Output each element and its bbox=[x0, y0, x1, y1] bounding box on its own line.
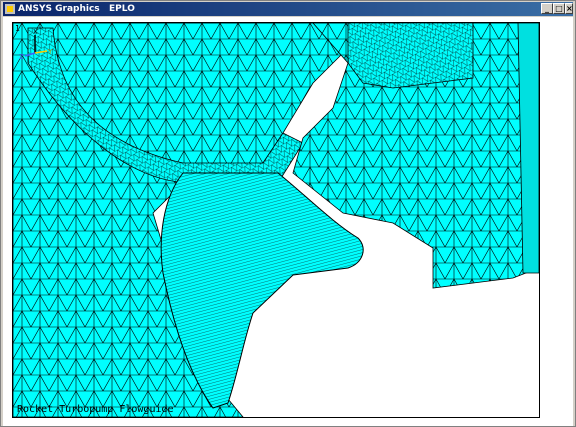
maximize-button[interactable]: □ bbox=[553, 3, 565, 14]
minimize-icon: _ bbox=[545, 4, 549, 13]
plot-caption: Rocket Turbopump Flowguide bbox=[17, 404, 174, 415]
triad-x-label: X bbox=[33, 28, 38, 36]
triad-y-label: Y bbox=[47, 48, 53, 56]
close-button[interactable]: × bbox=[565, 3, 573, 14]
close-icon: × bbox=[566, 4, 573, 13]
z-axis-line bbox=[24, 52, 36, 57]
maximize-icon: □ bbox=[555, 4, 563, 13]
minimize-button[interactable]: _ bbox=[541, 3, 553, 14]
triad-z-label: Z bbox=[19, 53, 24, 61]
graphics-client-area: 1 X Y Z Rocket Turbopump Flowguide bbox=[3, 17, 573, 426]
mesh-plot[interactable] bbox=[13, 23, 539, 417]
ansys-graphics-window: ANSYS Graphics EPLO _ □ × 1 X Y Z Rocket… bbox=[0, 0, 576, 427]
title-bar[interactable]: ANSYS Graphics EPLO _ □ × bbox=[3, 2, 573, 16]
axis-triad: X Y Z bbox=[19, 28, 53, 61]
window-title: ANSYS Graphics EPLO bbox=[18, 4, 135, 14]
y-axis-line bbox=[34, 50, 48, 54]
graphics-viewport[interactable]: 1 X Y Z Rocket Turbopump Flowguide bbox=[12, 22, 540, 418]
ansys-app-icon bbox=[5, 4, 15, 14]
